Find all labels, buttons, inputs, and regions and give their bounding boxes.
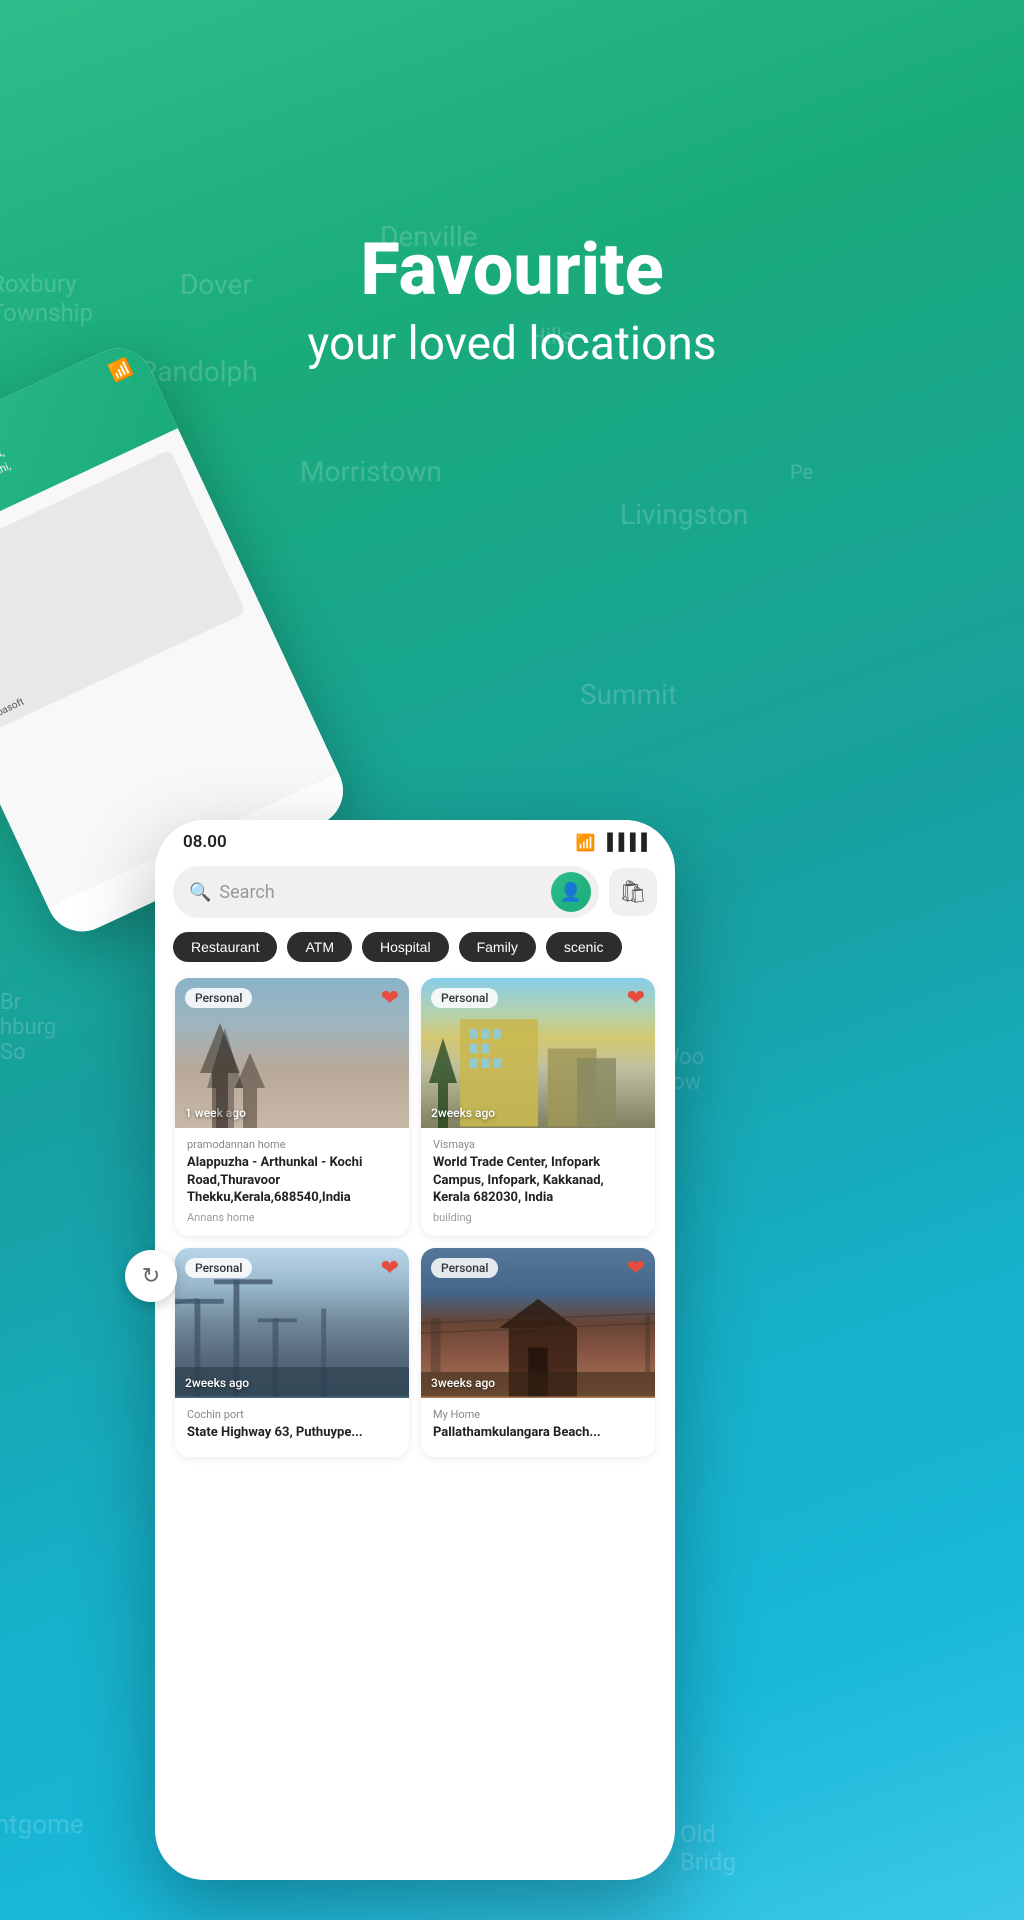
location-card-1[interactable]: Personal ❤ 1 week ago pramodannan home A… xyxy=(175,978,409,1236)
filter-chips-row: Restaurant ATM Hospital Family scenic xyxy=(155,918,675,972)
card-badge-4: Personal xyxy=(431,1258,498,1278)
card-body-2: Vismaya World Trade Center, Infopark Cam… xyxy=(421,1128,655,1236)
card-subtitle-1: Annans home xyxy=(187,1211,397,1224)
wifi-status-icon: 📶 xyxy=(576,833,596,852)
location-card-2[interactable]: Personal ❤ 2weeks ago Vismaya World Trad… xyxy=(421,978,655,1236)
filter-chip-restaurant[interactable]: Restaurant xyxy=(173,932,277,962)
search-placeholder-text: Search xyxy=(219,882,551,903)
card-image-3: Personal ❤ 2weeks ago xyxy=(175,1248,409,1398)
main-phone: 08.00 📶 ▐▐▐▐ 🔍 Search 👤 🛍 Restaurant ATM… xyxy=(155,820,675,1880)
map-label-oldbridge: OldBridg xyxy=(680,1820,736,1876)
map-label-bridgeburg: BrhburgSo xyxy=(0,990,56,1065)
card-source-2: Vismaya xyxy=(433,1138,643,1151)
card-subtitle-2: building xyxy=(433,1211,643,1224)
card-badge-1: Personal xyxy=(185,988,252,1008)
card-heart-2[interactable]: ❤ xyxy=(627,986,645,1011)
map-label-montgomery: ontgome xyxy=(0,1810,84,1840)
card-heart-3[interactable]: ❤ xyxy=(381,1256,399,1281)
card-badge-3: Personal xyxy=(185,1258,252,1278)
card-time-4: 3weeks ago xyxy=(431,1376,495,1390)
status-time: 08.00 xyxy=(183,832,227,852)
card-image-2: Personal ❤ 2weeks ago xyxy=(421,978,655,1128)
map-label-summit: Summit xyxy=(580,678,677,711)
card-body-4: My Home Pallathamkulangara Beach... xyxy=(421,1398,655,1458)
hero-subtitle: your loved locations xyxy=(0,317,1024,371)
card-heart-4[interactable]: ❤ xyxy=(627,1256,645,1281)
card-heart-1[interactable]: ❤ xyxy=(381,986,399,1011)
search-icon: 🔍 xyxy=(189,882,211,903)
hero-title: Favourite xyxy=(0,230,1024,309)
map-label-morristown: Morristown xyxy=(300,455,442,488)
search-bar[interactable]: 🔍 Search 👤 🛍 xyxy=(173,866,657,918)
avatar-icon: 👤 xyxy=(560,882,582,903)
hero-section: Favourite your loved locations xyxy=(0,230,1024,371)
card-title-2: World Trade Center, Infopark Campus, Inf… xyxy=(433,1154,643,1207)
tilted-map-label: Aabasoft xyxy=(0,697,26,724)
location-cards-grid: Personal ❤ 1 week ago pramodannan home A… xyxy=(155,972,675,1463)
battery-icon: ▐▐▐▐ xyxy=(602,832,647,852)
card-title-3: State Highway 63, Puthuype... xyxy=(187,1424,397,1442)
status-icons: 📶 ▐▐▐▐ xyxy=(576,832,647,852)
refresh-button[interactable]: ↻ xyxy=(125,1250,177,1302)
search-input-wrap[interactable]: 🔍 Search 👤 xyxy=(173,866,599,918)
filter-chip-family[interactable]: Family xyxy=(459,932,536,962)
status-bar: 08.00 📶 ▐▐▐▐ xyxy=(155,820,675,860)
filter-chip-hospital[interactable]: Hospital xyxy=(362,932,449,962)
location-card-3[interactable]: Personal ❤ 2weeks ago Cochin port State … xyxy=(175,1248,409,1458)
card-image-4: Personal ❤ 3weeks ago xyxy=(421,1248,655,1398)
card-time-1: 1 week ago xyxy=(185,1106,246,1120)
card-title-1: Alappuzha - Arthunkal - Kochi Road,Thura… xyxy=(187,1154,397,1207)
card-source-3: Cochin port xyxy=(187,1408,397,1421)
map-label-livingston: Livingston xyxy=(620,498,748,531)
card-badge-2: Personal xyxy=(431,988,498,1008)
map-label-pe: Pe xyxy=(790,460,813,484)
bag-icon: 🛍 xyxy=(619,880,647,905)
card-body-3: Cochin port State Highway 63, Puthuype..… xyxy=(175,1398,409,1458)
card-time-2: 2weeks ago xyxy=(431,1106,495,1120)
search-avatar-button[interactable]: 👤 xyxy=(551,872,591,912)
card-image-1: Personal ❤ 1 week ago xyxy=(175,978,409,1128)
location-card-4[interactable]: Personal ❤ 3weeks ago My Home Pallathamk… xyxy=(421,1248,655,1458)
card-body-1: pramodannan home Alappuzha - Arthunkal -… xyxy=(175,1128,409,1236)
card-time-3: 2weeks ago xyxy=(185,1376,249,1390)
filter-chip-atm[interactable]: ATM xyxy=(287,932,352,962)
search-bag-button[interactable]: 🛍 xyxy=(609,868,657,916)
card-source-1: pramodannan home xyxy=(187,1138,397,1151)
card-source-4: My Home xyxy=(433,1408,643,1421)
card-title-4: Pallathamkulangara Beach... xyxy=(433,1424,643,1442)
filter-chip-scenic[interactable]: scenic xyxy=(546,932,622,962)
